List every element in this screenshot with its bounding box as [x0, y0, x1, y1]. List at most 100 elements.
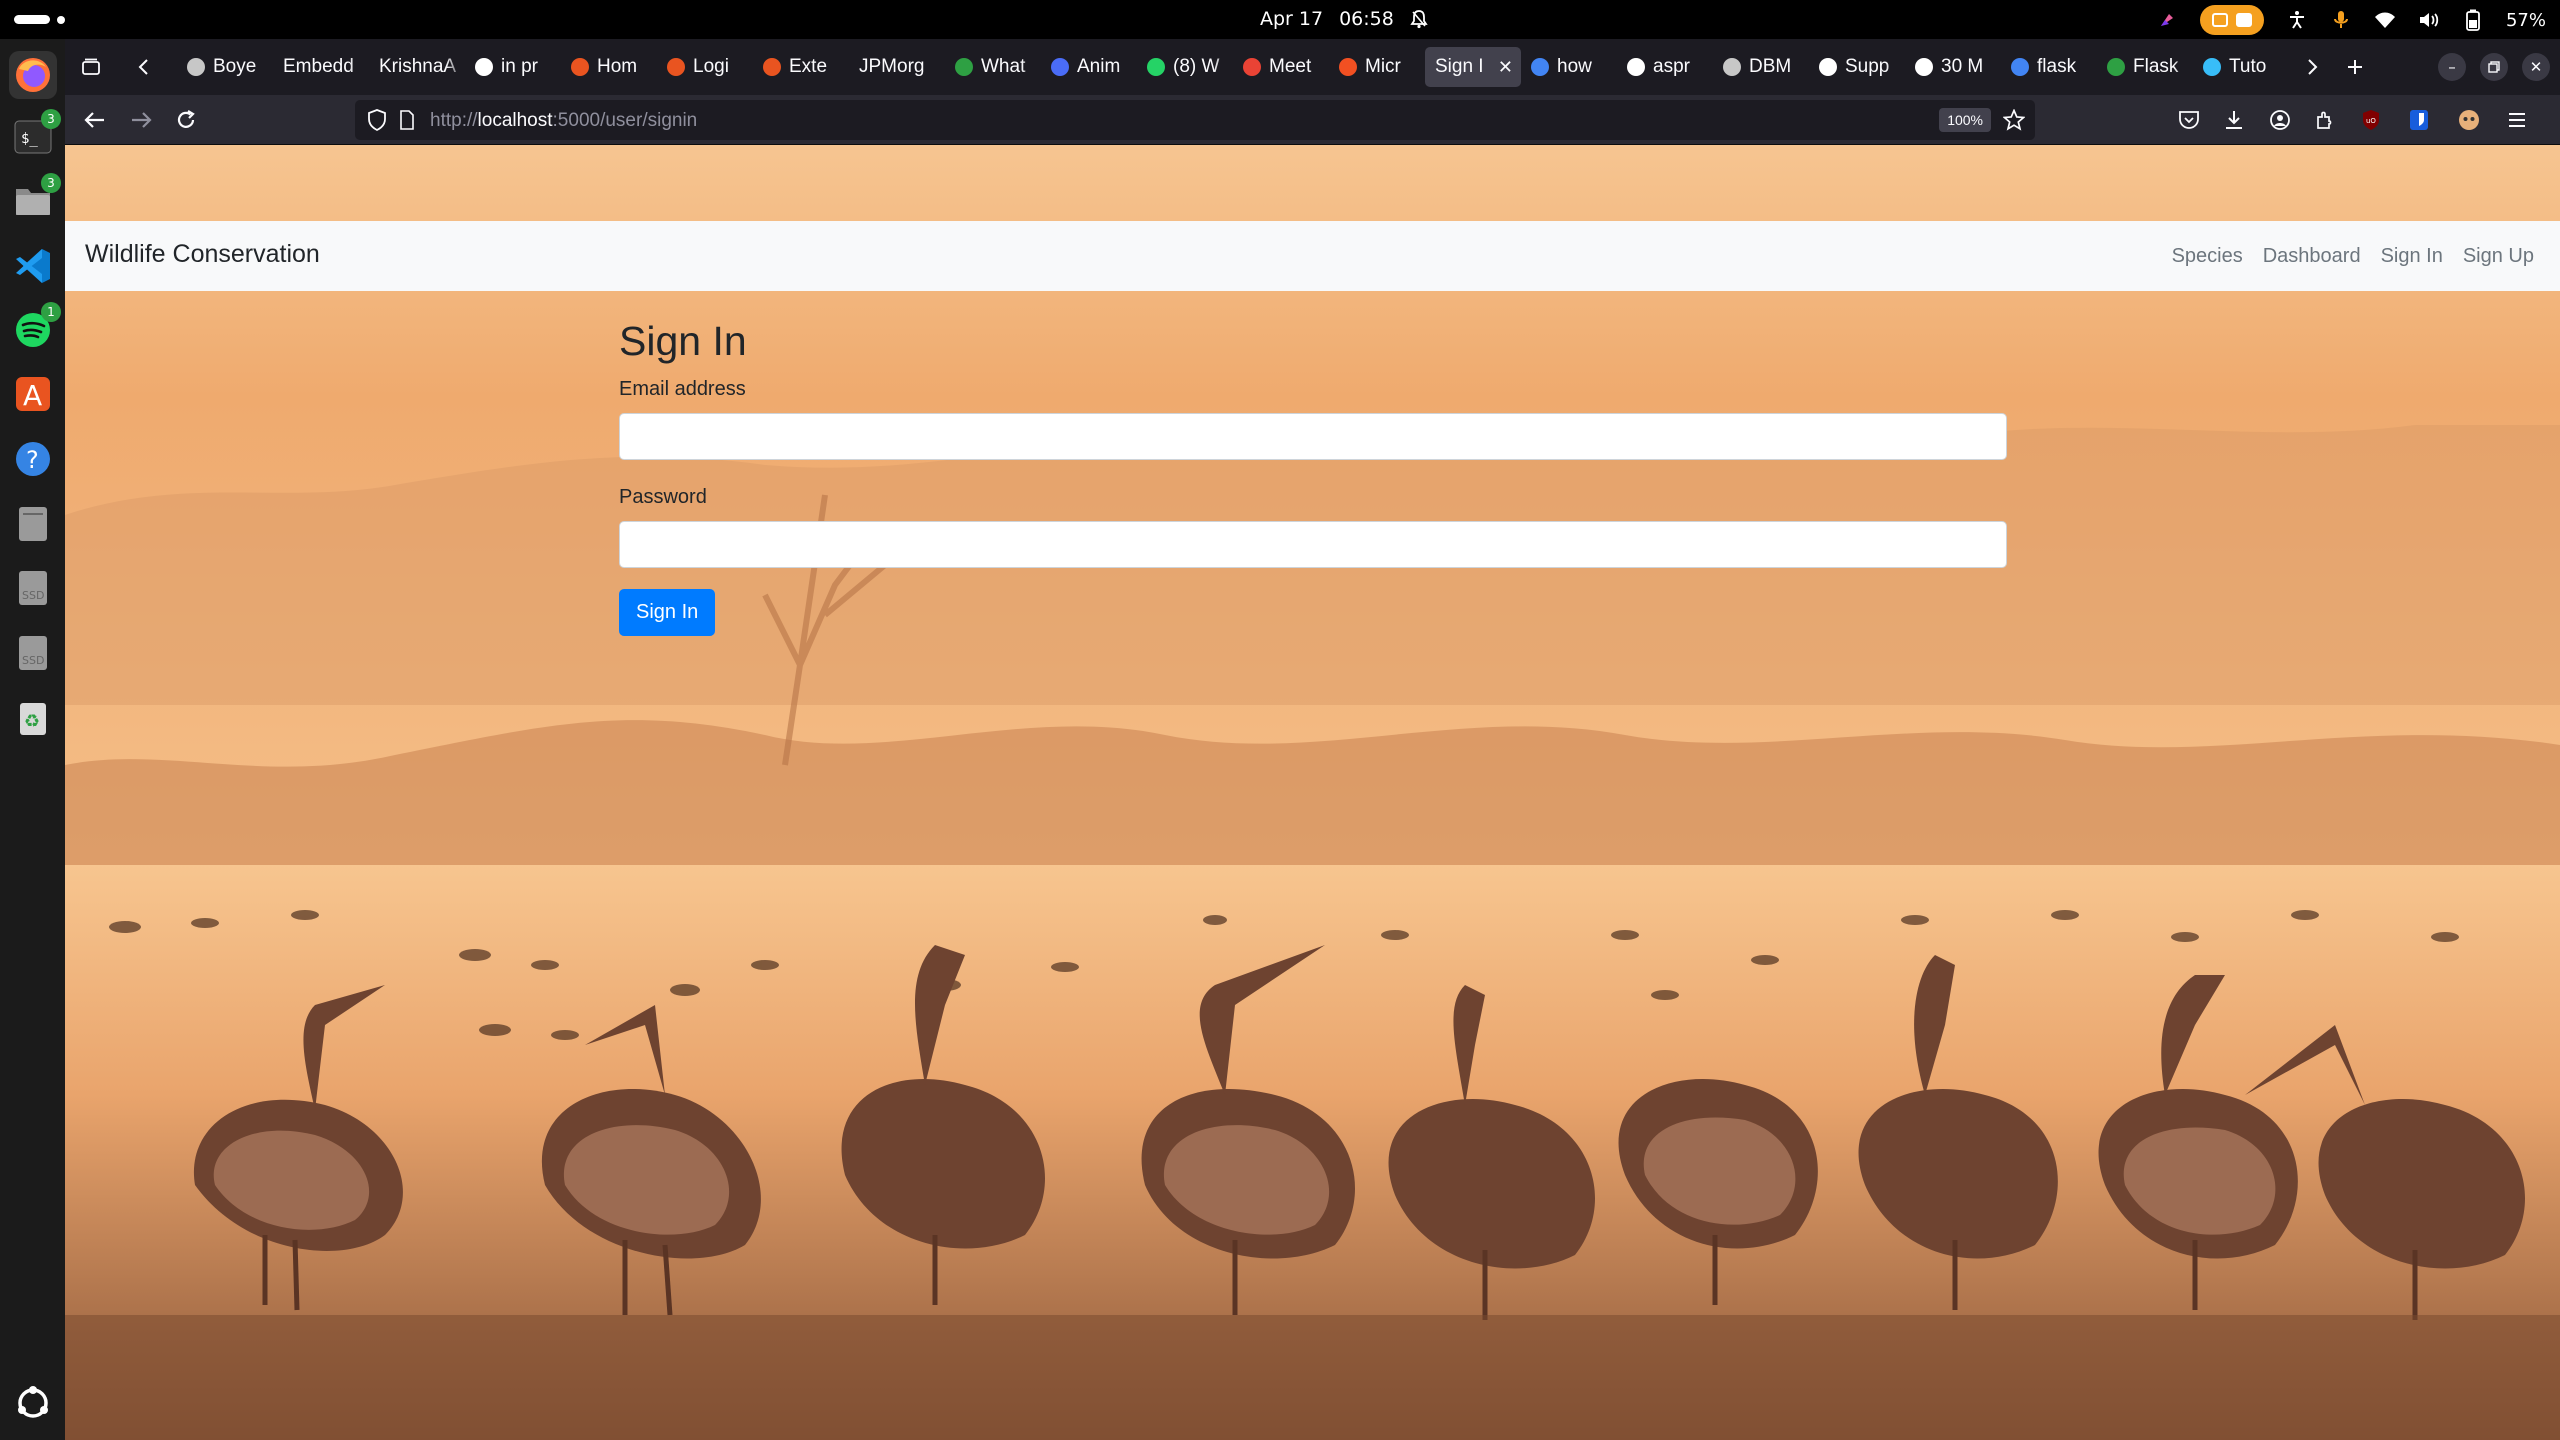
- tab-favicon-icon: [667, 58, 685, 76]
- browser-tab[interactable]: Flask: [2097, 47, 2193, 87]
- browser-tab[interactable]: Sign I ✕: [1425, 47, 1521, 87]
- trash-icon[interactable]: ♻: [9, 694, 57, 742]
- tab-favicon-icon: [1819, 58, 1837, 76]
- workspace-indicator[interactable]: [14, 15, 65, 24]
- microphone-icon[interactable]: [2330, 9, 2352, 31]
- close-window-icon[interactable]: ✕: [2522, 53, 2550, 81]
- nav-link-species[interactable]: Species: [2162, 245, 2253, 268]
- tab-favicon-icon: [1915, 58, 1933, 76]
- drive-icon[interactable]: [9, 500, 57, 548]
- password-field[interactable]: [619, 521, 2007, 568]
- tab-favicon-icon: [1051, 58, 1069, 76]
- date-text: Apr 17: [1260, 8, 1324, 30]
- vscode-icon[interactable]: [9, 242, 57, 290]
- tab-favicon-icon: [1531, 58, 1549, 76]
- battery-percentage: 57%: [2505, 9, 2546, 31]
- forward-icon[interactable]: [125, 104, 157, 136]
- browser-tab[interactable]: Supp: [1809, 47, 1905, 87]
- wifi-icon[interactable]: [2374, 9, 2396, 31]
- battery-icon[interactable]: [2462, 9, 2484, 31]
- screen-share-indicator[interactable]: [2199, 5, 2264, 35]
- downloads-icon[interactable]: [2218, 104, 2250, 136]
- app-center-icon[interactable]: A: [9, 370, 57, 418]
- time-text: 06:58: [1339, 8, 1394, 30]
- svg-text:?: ?: [26, 446, 39, 474]
- volume-icon[interactable]: [2418, 9, 2440, 31]
- tab-overview-icon[interactable]: [75, 51, 107, 83]
- browser-tab[interactable]: DBM: [1713, 47, 1809, 87]
- site-brand[interactable]: Wildlife Conservation: [85, 240, 320, 269]
- password-label: Password: [619, 486, 707, 508]
- tab-label: how: [1557, 56, 1592, 77]
- page-info-icon[interactable]: [399, 110, 415, 134]
- account-icon[interactable]: [2264, 104, 2296, 136]
- browser-tab[interactable]: What: [945, 47, 1041, 87]
- files-icon[interactable]: 3: [9, 173, 61, 225]
- bitwarden-icon[interactable]: [2403, 104, 2435, 136]
- sign-in-button[interactable]: Sign In: [619, 589, 716, 636]
- firefox-icon[interactable]: [9, 51, 57, 99]
- tab-favicon-icon: [2203, 58, 2221, 76]
- browser-tab[interactable]: Anim: [1041, 47, 1137, 87]
- email-field[interactable]: [619, 413, 2007, 460]
- tab-favicon-icon: [2011, 58, 2029, 76]
- accessibility-icon[interactable]: [2286, 9, 2308, 31]
- browser-tab[interactable]: 30 M: [1905, 47, 2001, 87]
- nav-link-sign-in[interactable]: Sign In: [2371, 245, 2453, 268]
- color-picker-icon[interactable]: [2156, 9, 2178, 31]
- browser-tab[interactable]: Meet: [1233, 47, 1329, 87]
- notification-bell-icon: [1410, 9, 1428, 29]
- browser-tab[interactable]: Micr: [1329, 47, 1425, 87]
- address-bar[interactable]: http://localhost:5000/user/signin 100%: [355, 100, 2035, 140]
- clock[interactable]: Apr 17 06:58: [1260, 8, 1428, 30]
- scroll-tabs-right-icon[interactable]: [2297, 51, 2329, 83]
- reload-icon[interactable]: [170, 104, 202, 136]
- browser-tab[interactable]: Tuto: [2193, 47, 2289, 87]
- browser-tab[interactable]: KrishnaA: [369, 47, 465, 87]
- tab-label: Micr: [1365, 56, 1401, 77]
- email-label: Email address: [619, 378, 746, 400]
- menu-icon[interactable]: [2501, 104, 2533, 136]
- tab-favicon-icon: [1723, 58, 1741, 76]
- svg-text:uO: uO: [2366, 117, 2376, 125]
- back-icon[interactable]: [79, 104, 111, 136]
- browser-tab[interactable]: Exte: [753, 47, 849, 87]
- scroll-tabs-left-icon[interactable]: [127, 51, 159, 83]
- tab-label: Hom: [597, 56, 638, 77]
- spotify-icon[interactable]: 1: [9, 302, 61, 354]
- browser-tab[interactable]: Logi: [657, 47, 753, 87]
- new-tab-icon[interactable]: [2339, 51, 2371, 83]
- pocket-icon[interactable]: [2173, 104, 2205, 136]
- page-title: Sign In: [619, 318, 747, 364]
- browser-tab[interactable]: flask: [2001, 47, 2097, 87]
- nav-link-dashboard[interactable]: Dashboard: [2253, 245, 2371, 268]
- browser-tab[interactable]: aspr: [1617, 47, 1713, 87]
- site-navbar: Wildlife Conservation Species Dashboard …: [65, 221, 2560, 291]
- tab-label: DBM: [1749, 56, 1792, 77]
- nav-link-sign-up[interactable]: Sign Up: [2453, 245, 2544, 268]
- bookmark-star-icon[interactable]: [2002, 108, 2026, 135]
- close-tab-icon[interactable]: ✕: [1498, 57, 1513, 78]
- tab-favicon-icon: [1147, 58, 1165, 76]
- browser-tab[interactable]: in pr: [465, 47, 561, 87]
- browser-tab[interactable]: Embedd: [273, 47, 369, 87]
- drive-icon[interactable]: SSD: [9, 564, 57, 612]
- ublock-icon[interactable]: uO: [2355, 104, 2387, 136]
- browser-tab[interactable]: how: [1521, 47, 1617, 87]
- zoom-level[interactable]: 100%: [1939, 108, 1991, 132]
- tab-label: Flask: [2133, 56, 2179, 77]
- shield-icon[interactable]: [367, 109, 387, 135]
- minimize-icon[interactable]: –: [2438, 53, 2466, 81]
- restore-icon[interactable]: [2480, 53, 2508, 81]
- browser-tab[interactable]: Hom: [561, 47, 657, 87]
- help-icon[interactable]: ?: [9, 435, 57, 483]
- drive-icon[interactable]: SSD: [9, 629, 57, 677]
- browser-tab[interactable]: (8) W: [1137, 47, 1233, 87]
- show-apps-icon[interactable]: [9, 1379, 57, 1427]
- browser-tab[interactable]: JPMorg: [849, 47, 945, 87]
- browser-tab[interactable]: Boye: [177, 47, 273, 87]
- extensions-icon[interactable]: [2309, 104, 2341, 136]
- profile-avatar-icon[interactable]: [2453, 104, 2485, 136]
- tab-label: JPMorg: [859, 56, 925, 77]
- terminal-icon[interactable]: $_ 3: [9, 109, 61, 161]
